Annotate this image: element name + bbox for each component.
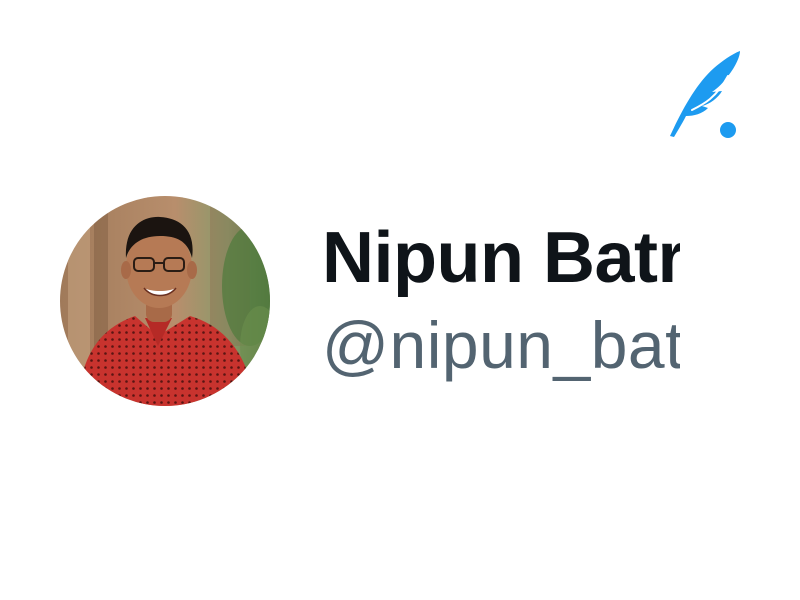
quill-logo-icon <box>664 44 748 144</box>
user-handle[interactable]: @nipun_bat <box>322 305 680 385</box>
profile-name-block: Nipun Batra @nipun_bat <box>322 215 680 405</box>
avatar[interactable] <box>60 196 270 406</box>
profile-card: Nipun Batra @nipun_bat <box>0 0 800 600</box>
display-name[interactable]: Nipun Batra <box>322 215 680 301</box>
